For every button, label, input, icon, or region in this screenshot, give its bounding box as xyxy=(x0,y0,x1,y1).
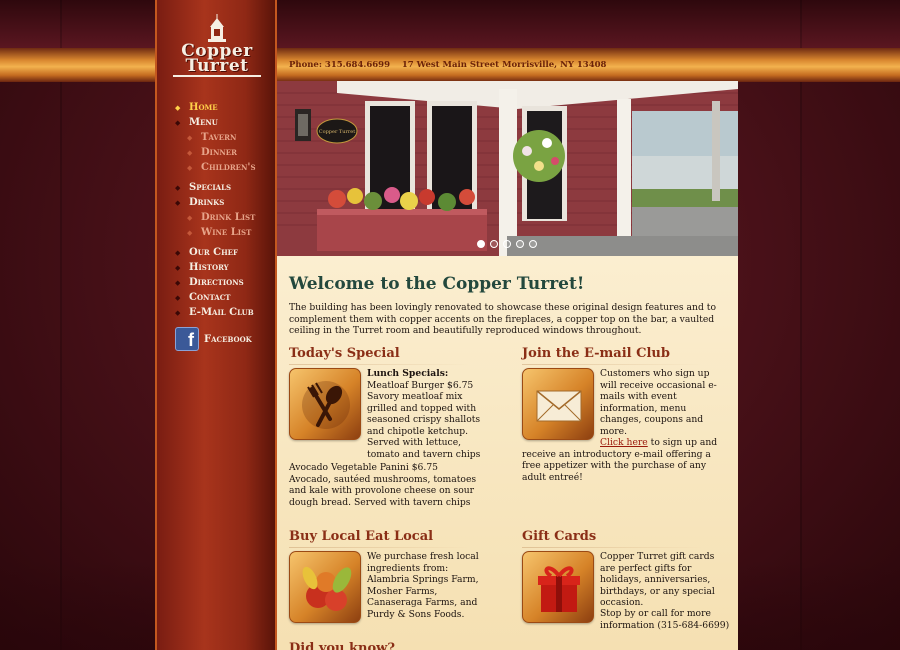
vegetables-icon xyxy=(302,566,352,611)
diamond-bullet-icon: ◆ xyxy=(175,308,181,317)
gift-thumbnail xyxy=(522,551,594,623)
diamond-bullet-icon: ◆ xyxy=(187,163,193,172)
restaurant-porch-image: Copper Turret xyxy=(277,81,738,256)
special-desc-1: Savory meatloaf mix grilled and topped w… xyxy=(367,391,481,460)
slide-dot[interactable] xyxy=(490,240,498,248)
top-band xyxy=(0,0,900,48)
nav-home[interactable]: ◆ Home xyxy=(175,100,275,115)
diamond-bullet-icon: ◆ xyxy=(175,198,181,207)
turret-icon xyxy=(208,14,226,42)
email-club-title: Join the E-mail Club xyxy=(522,346,702,365)
fork-spoon-icon xyxy=(302,381,350,429)
diamond-bullet-icon: ◆ xyxy=(187,133,193,142)
diamond-bullet-icon: ◆ xyxy=(175,278,181,287)
gift-cards-title: Gift Cards xyxy=(522,529,703,548)
main-content: Welcome to the Copper Turret! The buildi… xyxy=(277,256,738,650)
hero-slideshow[interactable]: Copper Turret xyxy=(277,81,738,256)
gift-box-icon xyxy=(538,566,580,612)
diamond-bullet-icon: ◆ xyxy=(175,248,181,257)
backdrop-beam xyxy=(60,0,62,650)
gift-cards-text2: Stop by or call for more information (31… xyxy=(600,608,730,631)
facebook-link[interactable]: f Facebook xyxy=(175,326,275,352)
nav-label: Specials xyxy=(189,182,232,193)
diamond-bullet-icon: ◆ xyxy=(187,148,193,157)
nav-dinner[interactable]: ◆ Dinner xyxy=(175,145,275,160)
nav-wine-list[interactable]: ◆ Wine List xyxy=(175,225,275,240)
slide-dot[interactable] xyxy=(516,240,524,248)
utensils-thumbnail xyxy=(289,368,361,440)
contact-info: Phone: 315.684.6699 17 West Main Street … xyxy=(289,60,607,70)
special-item-1: Meatloaf Burger $6.75 xyxy=(367,379,474,391)
nav-our-chef[interactable]: ◆ Our Chef xyxy=(175,245,275,260)
email-signup-link[interactable]: Click here xyxy=(600,437,648,448)
nav-label: Drinks xyxy=(189,197,225,208)
nav-label: Tavern xyxy=(201,132,237,143)
intro-text: The building has been lovingly renovated… xyxy=(289,302,716,336)
logo-text-turret: Turret xyxy=(185,56,249,76)
diamond-bullet-icon: ◆ xyxy=(175,263,181,272)
nav-label: Contact xyxy=(189,292,231,303)
diamond-bullet-icon: ◆ xyxy=(175,183,181,192)
envelope-icon xyxy=(536,390,582,422)
gift-cards-text: Copper Turret gift cards are perfect gif… xyxy=(600,551,715,608)
nav-directions[interactable]: ◆ Directions xyxy=(175,275,275,290)
nav-label: E-Mail Club xyxy=(189,307,254,318)
email-club-signup: Click here to sign up and receive an int… xyxy=(522,437,722,483)
nav-email-club[interactable]: ◆ E-Mail Club xyxy=(175,305,275,320)
welcome-title: Welcome to the Copper Turret! xyxy=(289,274,585,294)
todays-special-title: Today's Special xyxy=(289,346,469,365)
nav-label: Wine List xyxy=(201,227,252,238)
main-nav: ◆ Home ◆ Menu ◆ Tavern ◆ Dinner ◆ Children's … xyxy=(175,100,275,352)
did-you-know-title: Did you know? xyxy=(289,641,395,650)
slide-dot[interactable] xyxy=(503,240,511,248)
backdrop-beam xyxy=(800,0,802,650)
nav-label: Menu xyxy=(189,117,218,128)
lunch-specials-heading: Lunch Specials: xyxy=(367,368,449,379)
buy-local-title: Buy Local Eat Local xyxy=(289,529,470,548)
nav-label: History xyxy=(189,262,229,273)
diamond-bullet-icon: ◆ xyxy=(187,228,193,237)
email-club-text: Customers who sign up will receive occas… xyxy=(600,368,717,437)
diamond-bullet-icon: ◆ xyxy=(175,293,181,302)
panini-special-block: Avocado Vegetable Panini $6.75 Avocado, … xyxy=(289,462,494,508)
envelope-thumbnail xyxy=(522,368,594,440)
vegetables-thumbnail xyxy=(289,551,361,623)
slide-dot[interactable] xyxy=(477,240,485,248)
nav-menu[interactable]: ◆ Menu xyxy=(175,115,275,130)
nav-tavern[interactable]: ◆ Tavern xyxy=(175,130,275,145)
nav-childrens[interactable]: ◆ Children's xyxy=(175,160,275,175)
buy-local-text: We purchase fresh local ingredients from… xyxy=(367,551,479,620)
nav-label: Our Chef xyxy=(189,247,238,258)
nav-label: Directions xyxy=(189,277,244,288)
diamond-bullet-icon: ◆ xyxy=(175,118,181,127)
facebook-label: Facebook xyxy=(204,333,252,345)
diamond-bullet-icon: ◆ xyxy=(187,213,193,222)
special-desc-2: Avocado, sautéed mushrooms, tomatoes and… xyxy=(289,473,477,508)
nav-drinks[interactable]: ◆ Drinks xyxy=(175,195,275,210)
nav-drink-list[interactable]: ◆ Drink List xyxy=(175,210,275,225)
slide-indicators xyxy=(477,240,537,248)
slide-dot[interactable] xyxy=(529,240,537,248)
nav-history[interactable]: ◆ History xyxy=(175,260,275,275)
lunch-specials-block: Lunch Specials: Meatloaf Burger $6.75 Sa… xyxy=(367,368,492,460)
nav-label: Dinner xyxy=(201,147,237,158)
nav-label: Home xyxy=(189,102,218,113)
nav-contact[interactable]: ◆ Contact xyxy=(175,290,275,305)
sidebar: Copper Turret ◆ Home ◆ Menu ◆ Tavern ◆ Dinne… xyxy=(155,0,277,650)
hero-sign-text: Copper Turret xyxy=(319,129,355,135)
logo[interactable]: Copper Turret xyxy=(169,14,265,84)
nav-label: Drink List xyxy=(201,212,256,223)
facebook-icon: f xyxy=(175,327,199,351)
nav-specials[interactable]: ◆ Specials xyxy=(175,180,275,195)
diamond-bullet-icon: ◆ xyxy=(175,103,181,112)
nav-label: Children's xyxy=(201,162,256,173)
special-item-2: Avocado Vegetable Panini $6.75 xyxy=(289,462,439,473)
